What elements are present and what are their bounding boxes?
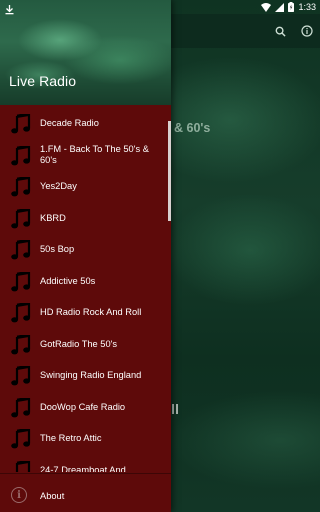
music-note-icon [11, 271, 31, 291]
music-note-icon [11, 303, 31, 323]
download-notification-icon [5, 5, 14, 15]
station-item[interactable]: 1.FM - Back To The 50's & 60's [0, 140, 171, 172]
station-label: Yes2Day [40, 181, 77, 191]
station-label: KBRD [40, 212, 66, 223]
station-label: DooWop Cafe Radio [40, 401, 126, 412]
signal-icon [275, 2, 285, 12]
about-menu-item[interactable]: i About [0, 473, 171, 512]
music-note-icon [11, 114, 31, 134]
wifi-icon [261, 2, 272, 12]
station-label: The Retro Attic [40, 433, 102, 443]
station-item[interactable]: The Retro Attic [0, 423, 171, 455]
info-icon: i [11, 487, 27, 503]
music-note-icon [11, 397, 31, 417]
station-label: Addictive 50s [40, 275, 96, 286]
station-item[interactable]: Swinging Radio England [0, 360, 171, 392]
station-item[interactable]: Addictive 50s [0, 266, 171, 298]
notification-area [5, 2, 14, 20]
music-note-icon [11, 240, 31, 260]
station-label: 1.FM - Back To The 50's & 60's [40, 143, 149, 166]
station-item[interactable]: 50s Bop [0, 234, 171, 266]
info-icon [301, 25, 313, 37]
music-note-icon [11, 334, 31, 354]
station-item[interactable]: Yes2Day [0, 171, 171, 203]
music-note-icon [15, 460, 31, 472]
music-note-icon [11, 366, 31, 386]
search-button[interactable] [266, 14, 294, 48]
station-item[interactable]: HD Radio Rock And Roll [0, 297, 171, 329]
station-label: Swinging Radio England [40, 370, 142, 380]
search-icon [275, 26, 286, 37]
station-item[interactable]: DooWop Cafe Radio [0, 392, 171, 424]
station-item[interactable]: 24-7 Dreamboat And [0, 455, 171, 473]
music-note-icon [11, 177, 31, 197]
station-list[interactable]: Decade Radio 1.FM - Back To The 50's & 6… [0, 108, 171, 472]
music-note-icon [11, 429, 31, 449]
station-label: 24-7 Dreamboat And [40, 464, 126, 473]
music-note-icon [11, 145, 31, 165]
drawer-header-image: Live Radio [0, 0, 171, 105]
about-label: About [40, 491, 65, 501]
pause-icon [172, 404, 178, 416]
station-item[interactable]: KBRD [0, 203, 171, 235]
station-label: Decade Radio [40, 118, 99, 128]
station-item[interactable]: GotRadio The 50's [0, 329, 171, 361]
station-label: 50s Bop [40, 244, 75, 254]
battery-icon [288, 2, 295, 12]
drawer-scrollbar[interactable] [168, 121, 171, 221]
station-label: GotRadio The 50's [40, 338, 118, 349]
music-note-icon [11, 208, 31, 228]
station-label: HD Radio Rock And Roll [40, 307, 142, 317]
background-heading: & 60's [174, 121, 211, 135]
station-item[interactable]: Decade Radio [0, 108, 171, 140]
navigation-drawer: Live Radio Decade Radio 1.FM - Back To T… [0, 0, 171, 512]
drawer-title: Live Radio [9, 73, 77, 89]
clock: 1:33 [298, 2, 316, 12]
info-button[interactable] [293, 14, 320, 48]
status-bar: 1:33 [0, 0, 320, 15]
